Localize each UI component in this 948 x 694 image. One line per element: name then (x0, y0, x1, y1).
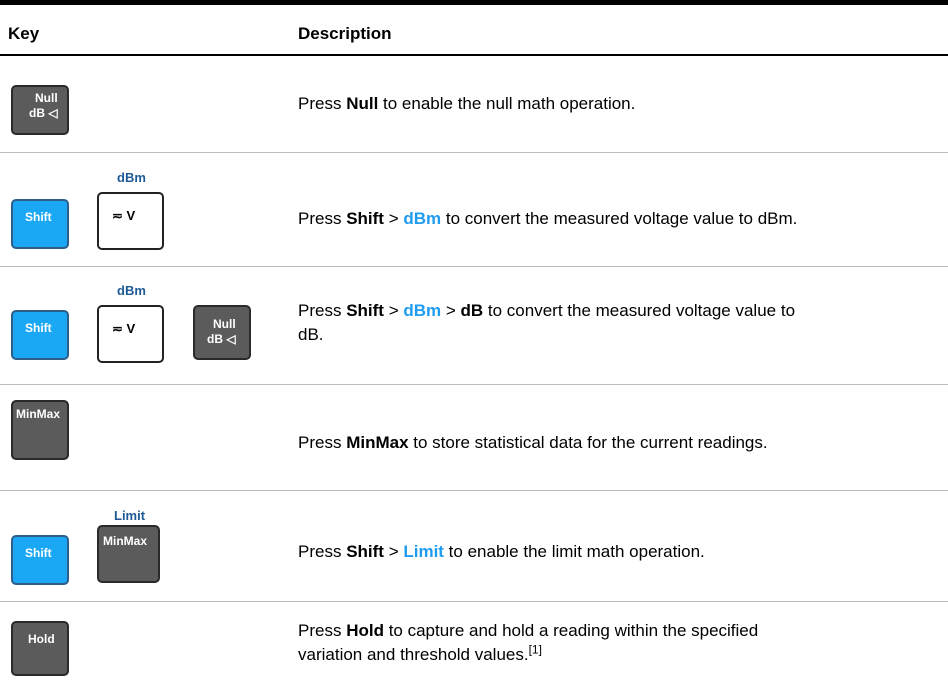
row-separator (0, 601, 948, 602)
row-2-description: Press Shift > dBm to convert the measure… (298, 209, 798, 228)
dbm-label: dBm (117, 170, 146, 185)
shift-key: Shift (11, 310, 69, 360)
null-key-top-label: Null (35, 91, 58, 105)
row-5-description: Press Shift > Limit to enable the limit … (298, 542, 705, 561)
top-rule (0, 0, 948, 5)
shift-key: Shift (11, 535, 69, 585)
row-separator (0, 266, 948, 267)
ac-voltage-key: ≂ V (97, 192, 164, 250)
row-separator (0, 490, 948, 491)
row-3-description: Press Shift > dBm > dB to convert the me… (298, 301, 796, 344)
row-4-description: Press MinMax to store statistical data f… (298, 433, 768, 452)
row-separator (0, 152, 948, 153)
ac-voltage-key: ≂ V (97, 305, 164, 363)
minmax-key: MinMax (11, 400, 69, 460)
row-separator (0, 384, 948, 385)
row-6-description: Press Hold to capture and hold a reading… (298, 621, 759, 664)
column-header-key: Key (8, 24, 40, 43)
dbm-label: dBm (117, 283, 146, 298)
hold-key: Hold (11, 621, 69, 676)
row-1-description: Press Null to enable the null math opera… (298, 94, 636, 113)
null-key: Null dB ◁ (11, 85, 69, 135)
footnote-marker: [1] (528, 642, 542, 657)
minmax-key: MinMax (97, 525, 160, 583)
limit-label: Limit (114, 508, 146, 523)
header-rule (0, 54, 948, 56)
shift-key: Shift (11, 199, 69, 249)
null-key: Null dB ◁ (193, 305, 251, 360)
column-header-description: Description (298, 24, 392, 43)
null-key-bottom-label: dB ◁ (29, 106, 58, 120)
